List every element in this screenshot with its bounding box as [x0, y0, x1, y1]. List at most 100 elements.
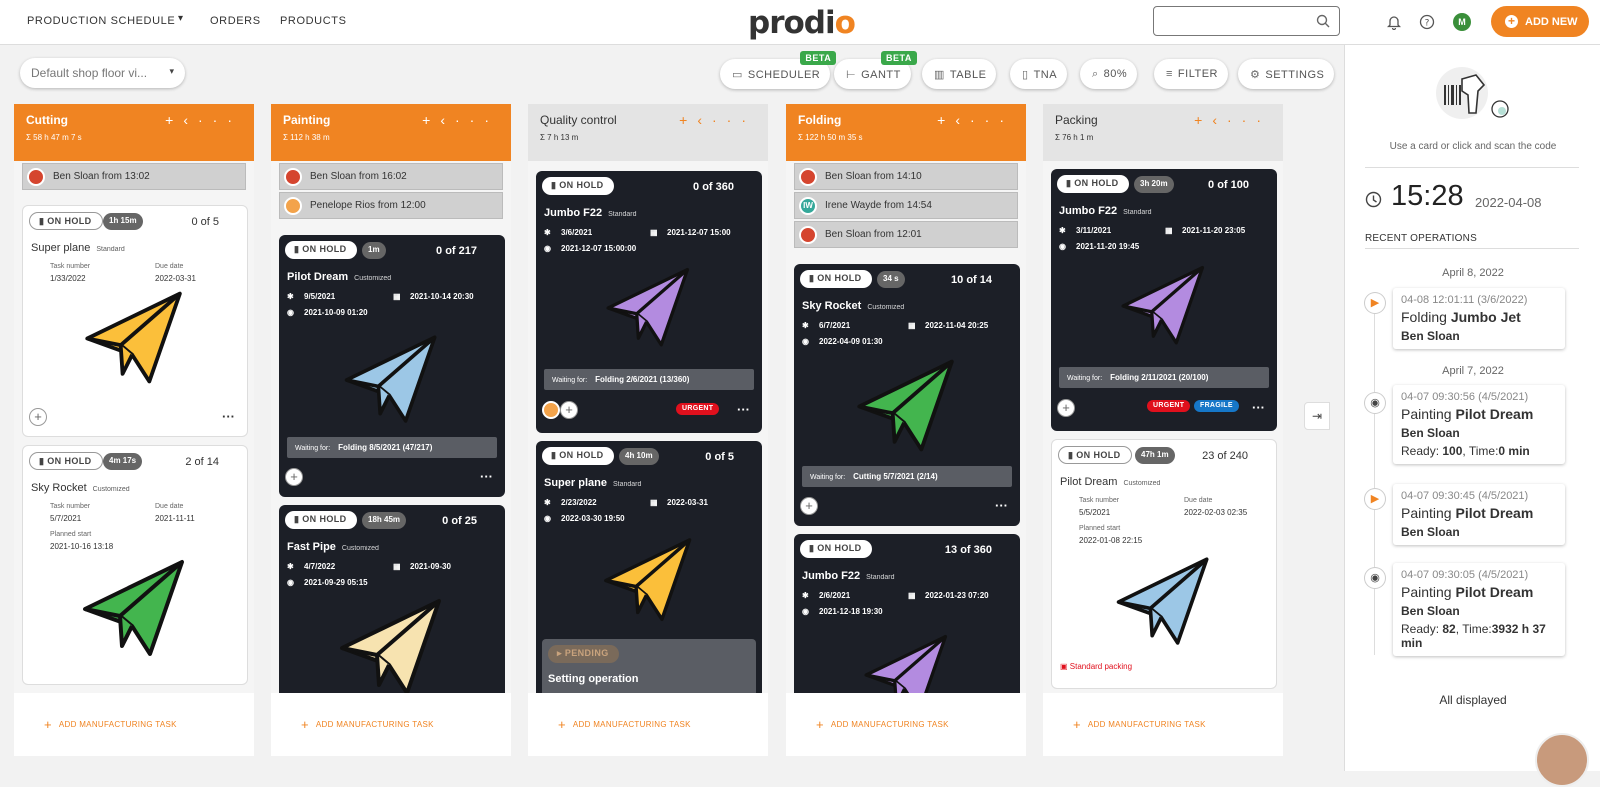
nav-orders[interactable]: ORDERS — [210, 15, 261, 27]
paper-plane-image — [606, 267, 690, 347]
more-icon[interactable]: ··· — [1252, 400, 1265, 415]
more-icon[interactable]: ··· — [1227, 112, 1271, 128]
task-number: ✱ 2/6/2021 — [802, 591, 850, 600]
add-button[interactable]: + — [285, 468, 303, 486]
operation-item[interactable]: 04-07 09:30:05 (4/5/2021) Painting Pilot… — [1393, 563, 1565, 656]
task-card[interactable]: ▮ ON HOLD 34 s 10 of 14 Sky Rocket Custom… — [794, 264, 1020, 526]
more-icon[interactable]: ··· — [222, 409, 235, 424]
support-chat-avatar[interactable] — [1535, 733, 1589, 787]
paper-plane-image — [340, 599, 441, 693]
zoom-button[interactable]: ⌕ 80% — [1080, 59, 1138, 89]
waiting-value: Cutting 5/7/2021 (2/14) — [853, 472, 938, 481]
product-type: Customized — [1123, 480, 1161, 487]
task-card[interactable]: ▮ ON HOLD 4m 17s 2 of 14 Sky Rocket Custo… — [22, 445, 248, 685]
more-icon[interactable]: ··· — [712, 112, 756, 128]
search-input[interactable] — [1153, 6, 1340, 36]
add-manufacturing-task-button[interactable]: + ADD MANUFACTURING TASK — [786, 693, 1026, 756]
product-type: Standard — [866, 574, 895, 581]
search-icon[interactable] — [1316, 14, 1330, 28]
view-select[interactable]: Default shop floor vi... ▾ — [20, 58, 185, 88]
gantt-button[interactable]: ⊢ GANTT BETA — [834, 51, 917, 89]
help-icon[interactable]: ? — [1419, 14, 1435, 30]
more-icon[interactable]: ··· — [970, 112, 1014, 128]
task-card[interactable]: ▮ ON HOLD 3h 20m 0 of 100 Jumbo F22 Stand… — [1051, 169, 1277, 431]
add-button[interactable]: + — [1057, 399, 1075, 417]
chevron-left-icon[interactable]: ‹ — [183, 112, 198, 128]
add-new-button[interactable]: + ADD NEW — [1491, 6, 1589, 37]
scheduler-button[interactable]: ▭ SCHEDULER BETA — [720, 51, 837, 89]
table-icon: ▥ — [934, 69, 945, 81]
task-card[interactable]: ▮ ON HOLD 1m 0 of 217 Pilot Dream Customi… — [279, 235, 505, 497]
add-icon[interactable]: + — [422, 112, 440, 128]
time-badge: 4m 17s — [103, 453, 143, 470]
add-manufacturing-task-button[interactable]: + ADD MANUFACTURING TASK — [271, 693, 511, 756]
planned-start-value: 2021-12-18 19:30 — [819, 607, 883, 616]
task-card[interactable]: ▮ ON HOLD 18h 45m 0 of 25 Fast Pipe Custo… — [279, 505, 505, 693]
chevron-left-icon[interactable]: ‹ — [697, 112, 712, 128]
task-card[interactable]: ▮ ON HOLD 13 of 360 Jumbo F22 Standard ✱ 2… — [794, 534, 1020, 693]
filter-button[interactable]: ≡ FILTER — [1154, 59, 1228, 89]
column-body: ▮ ON HOLD 0 of 360 Jumbo F22 Standard ✱ 3/… — [528, 161, 768, 693]
more-icon[interactable]: ··· — [455, 112, 499, 128]
status-text: ON HOLD — [302, 244, 347, 254]
operation-name: Painting Pilot Dream — [1401, 505, 1557, 521]
tna-button[interactable]: ▯ TNA — [1010, 59, 1068, 89]
collapse-panel-button[interactable]: ⇥ — [1304, 402, 1330, 430]
nav-products[interactable]: PRODUCTS — [280, 15, 347, 27]
worker-row[interactable]: Ben Sloan from 14:10 — [794, 163, 1018, 190]
paper-plane-image — [1116, 557, 1209, 645]
chevron-down-icon[interactable]: ▾ — [178, 13, 184, 24]
chevron-left-icon[interactable]: ‹ — [1212, 112, 1227, 128]
add-manufacturing-task-button[interactable]: + ADD MANUFACTURING TASK — [528, 693, 768, 756]
worker-avatar — [284, 196, 302, 215]
table-button[interactable]: ▥ TABLE — [922, 59, 997, 89]
worker-row[interactable]: Ben Sloan from 16:02 — [279, 163, 503, 190]
more-icon[interactable]: ··· — [480, 469, 493, 484]
product-name: Jumbo F22 — [1059, 205, 1118, 217]
add-task-label: ADD MANUFACTURING TASK — [830, 720, 949, 729]
settings-button[interactable]: ⚙ SETTINGS — [1238, 59, 1335, 89]
add-icon[interactable]: + — [679, 112, 697, 128]
prodio-logo[interactable]: prodio — [748, 5, 856, 41]
add-manufacturing-task-button[interactable]: + ADD MANUFACTURING TASK — [14, 693, 254, 756]
zoom-icon: ⌕ — [1092, 68, 1099, 80]
operation-type: Painting — [1401, 406, 1452, 422]
task-card[interactable]: ▮ ON HOLD 0 of 360 Jumbo F22 Standard ✱ 3/… — [536, 171, 762, 433]
add-button[interactable]: + — [800, 497, 818, 515]
product-type: Customized — [354, 275, 392, 282]
add-manufacturing-task-button[interactable]: + ADD MANUFACTURING TASK — [1043, 693, 1283, 756]
operation-item[interactable]: 04-07 09:30:56 (4/5/2021) Painting Pilot… — [1393, 385, 1565, 464]
more-icon[interactable]: ··· — [198, 112, 242, 128]
chevron-left-icon[interactable]: ‹ — [955, 112, 970, 128]
product-type: Standard — [96, 246, 125, 253]
operation-time: 04-07 09:30:56 (4/5/2021) — [1401, 391, 1529, 403]
more-icon[interactable]: ··· — [995, 498, 1008, 513]
bell-icon[interactable] — [1387, 14, 1401, 30]
operation-item[interactable]: 04-07 09:30:45 (4/5/2021) Painting Pilot… — [1393, 484, 1565, 545]
packing-info: ▣ Standard packing — [1060, 662, 1132, 671]
planned-start: 2021-10-16 13:18 — [50, 542, 114, 551]
product-name: Fast Pipe — [287, 541, 336, 553]
task-card[interactable]: ▮ ON HOLD 4h 10m 0 of 5 Super plane Stand… — [536, 441, 762, 693]
worker-row[interactable]: Penelope Rios from 12:00 — [279, 192, 503, 219]
worker-row[interactable]: Ben Sloan from 12:01 — [794, 221, 1018, 248]
task-card[interactable]: ▮ ON HOLD 47h 1m 23 of 240 Pilot Dream Cu… — [1051, 439, 1277, 689]
add-button[interactable]: + — [29, 408, 47, 426]
status-text: ON HOLD — [302, 514, 347, 524]
add-icon[interactable]: + — [1194, 112, 1212, 128]
add-button[interactable]: + — [560, 401, 578, 419]
add-icon[interactable]: + — [165, 112, 183, 128]
chevron-left-icon[interactable]: ‹ — [440, 112, 455, 128]
task-card[interactable]: ▮ ON HOLD 1h 15m 0 of 5 Super plane Stand… — [22, 205, 248, 437]
worker-row[interactable]: Ben Sloan from 13:02 — [22, 163, 246, 190]
barcode-scanner-icon[interactable] — [1430, 65, 1520, 135]
worker-row[interactable]: IW Irene Wayde from 14:54 — [794, 192, 1018, 219]
operation-time: 04-07 09:30:45 (4/5/2021) — [1401, 490, 1529, 502]
nav-production-schedule[interactable]: PRODUCTION SCHEDULE — [27, 15, 175, 27]
operation-item[interactable]: 04-08 12:01:11 (3/6/2022) Folding Jumbo … — [1393, 288, 1565, 349]
status-badge: ▮ ON HOLD — [542, 447, 614, 465]
due-date-label: Due date — [155, 263, 184, 270]
user-avatar[interactable]: M — [1453, 13, 1471, 31]
add-icon[interactable]: + — [937, 112, 955, 128]
more-icon[interactable]: ··· — [737, 402, 750, 417]
